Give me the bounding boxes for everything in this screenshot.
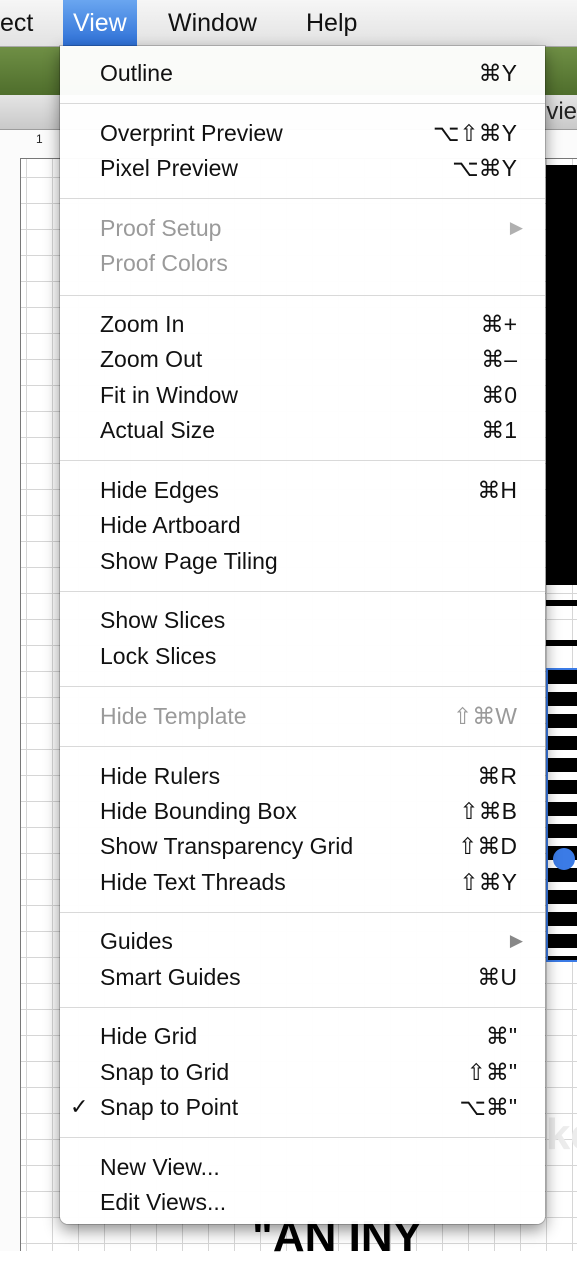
selected-artwork[interactable] xyxy=(546,668,577,962)
menubar-item-object[interactable]: ect xyxy=(0,0,33,46)
menu-item-label: Fit in Window xyxy=(100,382,239,408)
menu-item-show-transparency-grid[interactable]: Show Transparency Grid ⇧⌘D xyxy=(60,828,545,864)
menu-item-label: Show Transparency Grid xyxy=(100,833,354,859)
selection-anchor[interactable] xyxy=(553,848,575,870)
menu-item-label: Smart Guides xyxy=(100,964,241,990)
menu-item-shortcut: ⌘Y xyxy=(478,60,517,86)
menu-separator xyxy=(60,103,545,104)
menu-item-label: Proof Setup xyxy=(100,215,222,241)
menu-separator xyxy=(60,746,545,747)
menu-item-overprint-preview[interactable]: Overprint Preview ⌥⇧⌘Y xyxy=(60,115,545,151)
menu-item-shortcut: ⌘R xyxy=(477,763,517,789)
artwork-stripe[interactable] xyxy=(546,600,577,606)
menu-item-hide-bounding-box[interactable]: Hide Bounding Box ⇧⌘B xyxy=(60,793,545,829)
menu-item-label: Show Page Tiling xyxy=(100,548,278,574)
menu-item-proof-colors: Proof Colors xyxy=(60,245,545,281)
menu-item-label: Snap to Grid xyxy=(100,1059,230,1085)
menu-item-show-slices[interactable]: Show Slices xyxy=(60,602,545,638)
menu-item-shortcut: ⌘0 xyxy=(481,382,517,408)
menubar-item-help[interactable]: Help xyxy=(306,0,357,46)
menu-item-label: Actual Size xyxy=(100,417,216,443)
menu-item-label: Hide Bounding Box xyxy=(100,798,297,824)
menu-item-label: Hide Grid xyxy=(100,1023,198,1049)
menu-item-shortcut: ⇧⌘" xyxy=(466,1059,517,1085)
menu-item-hide-edges[interactable]: Hide Edges ⌘H xyxy=(60,472,545,508)
menu-item-shortcut: ⌘" xyxy=(485,1023,517,1049)
menu-item-shortcut: ⌘U xyxy=(477,964,517,990)
menu-item-label: Hide Text Threads xyxy=(100,869,286,895)
artwork-stripe[interactable] xyxy=(546,640,577,646)
menu-item-label: Zoom Out xyxy=(100,346,203,372)
menu-item-shortcut: ⌥⇧⌘Y xyxy=(432,120,517,146)
menu-item-shortcut: ⇧⌘B xyxy=(459,798,517,824)
menu-item-pixel-preview[interactable]: Pixel Preview ⌥⌘Y xyxy=(60,150,545,186)
menu-separator xyxy=(60,591,545,592)
menubar-item-window[interactable]: Window xyxy=(168,0,257,46)
menu-item-outline[interactable]: Outline ⌘Y xyxy=(60,55,545,91)
menu-item-label: Hide Rulers xyxy=(100,763,221,789)
menu-item-edit-views[interactable]: Edit Views... xyxy=(60,1184,545,1220)
menu-item-hide-text-threads[interactable]: Hide Text Threads ⇧⌘Y xyxy=(60,864,545,900)
artwork-black-shape[interactable] xyxy=(546,165,577,585)
menu-item-label: Hide Template xyxy=(100,703,247,729)
menu-item-snap-to-grid[interactable]: Snap to Grid ⇧⌘" xyxy=(60,1054,545,1090)
menu-item-label: Snap to Point xyxy=(100,1094,239,1120)
menu-item-shortcut: ⌘1 xyxy=(481,417,517,443)
menu-separator xyxy=(60,198,545,199)
menu-separator xyxy=(60,460,545,461)
menu-separator xyxy=(60,1007,545,1008)
menu-item-label: Zoom In xyxy=(100,311,185,337)
menu-item-hide-rulers[interactable]: Hide Rulers ⌘R xyxy=(60,758,545,794)
ruler-number: 1 xyxy=(36,132,43,146)
menu-item-hide-artboard[interactable]: Hide Artboard xyxy=(60,507,545,543)
menubar-item-view[interactable]: View xyxy=(63,0,137,46)
view-menu: Outline ⌘Y Overprint Preview ⌥⇧⌘Y Pixel … xyxy=(60,46,545,1224)
menu-separator xyxy=(60,1137,545,1138)
menu-item-guides[interactable]: Guides ▶ xyxy=(60,923,545,959)
menu-separator xyxy=(60,295,545,296)
menu-item-label: New View... xyxy=(100,1154,220,1180)
menu-item-shortcut: ⌥⌘Y xyxy=(452,155,517,181)
submenu-arrow-icon: ▶ xyxy=(509,931,523,950)
menu-item-shortcut: ⌥⌘" xyxy=(459,1094,517,1120)
menu-item-shortcut: ⌘+ xyxy=(480,311,517,337)
checkmark-icon: ✓ xyxy=(70,1094,89,1119)
menu-item-label: Edit Views... xyxy=(100,1189,227,1215)
menu-item-hide-grid[interactable]: Hide Grid ⌘" xyxy=(60,1018,545,1054)
menu-item-label: Proof Colors xyxy=(100,250,228,276)
menu-item-hide-template: Hide Template ⇧⌘W xyxy=(60,698,545,734)
menu-item-label: Hide Artboard xyxy=(100,512,241,538)
vertical-ruler[interactable] xyxy=(0,158,21,1251)
menu-item-shortcut: ⇧⌘D xyxy=(458,833,517,859)
menu-item-show-page-tiling[interactable]: Show Page Tiling xyxy=(60,543,545,579)
menu-item-shortcut: ⌘H xyxy=(477,477,517,503)
menu-item-label: Overprint Preview xyxy=(100,120,283,146)
menu-item-actual-size[interactable]: Actual Size ⌘1 xyxy=(60,412,545,448)
menu-bar: ect View Window Help xyxy=(0,0,577,47)
menu-item-proof-setup: Proof Setup ▶ xyxy=(60,210,545,246)
menu-item-fit-in-window[interactable]: Fit in Window ⌘0 xyxy=(60,377,545,413)
menu-separator xyxy=(60,912,545,913)
menu-item-shortcut: ⇧⌘Y xyxy=(459,869,517,895)
menu-item-smart-guides[interactable]: Smart Guides ⌘U xyxy=(60,959,545,995)
document-tab-label[interactable]: vie xyxy=(546,98,577,126)
menu-item-label: Guides xyxy=(100,928,173,954)
menu-item-label: Outline xyxy=(100,60,173,86)
menu-item-label: Hide Edges xyxy=(100,477,219,503)
menu-item-shortcut: ⇧⌘W xyxy=(453,703,517,729)
menu-item-zoom-out[interactable]: Zoom Out ⌘– xyxy=(60,341,545,377)
submenu-arrow-icon: ▶ xyxy=(509,218,523,237)
menu-item-snap-to-point[interactable]: ✓ Snap to Point ⌥⌘" xyxy=(60,1089,545,1125)
menu-item-label: Show Slices xyxy=(100,607,226,633)
menu-item-shortcut: ⌘– xyxy=(481,346,517,372)
menu-item-label: Pixel Preview xyxy=(100,155,239,181)
menu-item-new-view[interactable]: New View... xyxy=(60,1149,545,1185)
menu-item-zoom-in[interactable]: Zoom In ⌘+ xyxy=(60,306,545,342)
